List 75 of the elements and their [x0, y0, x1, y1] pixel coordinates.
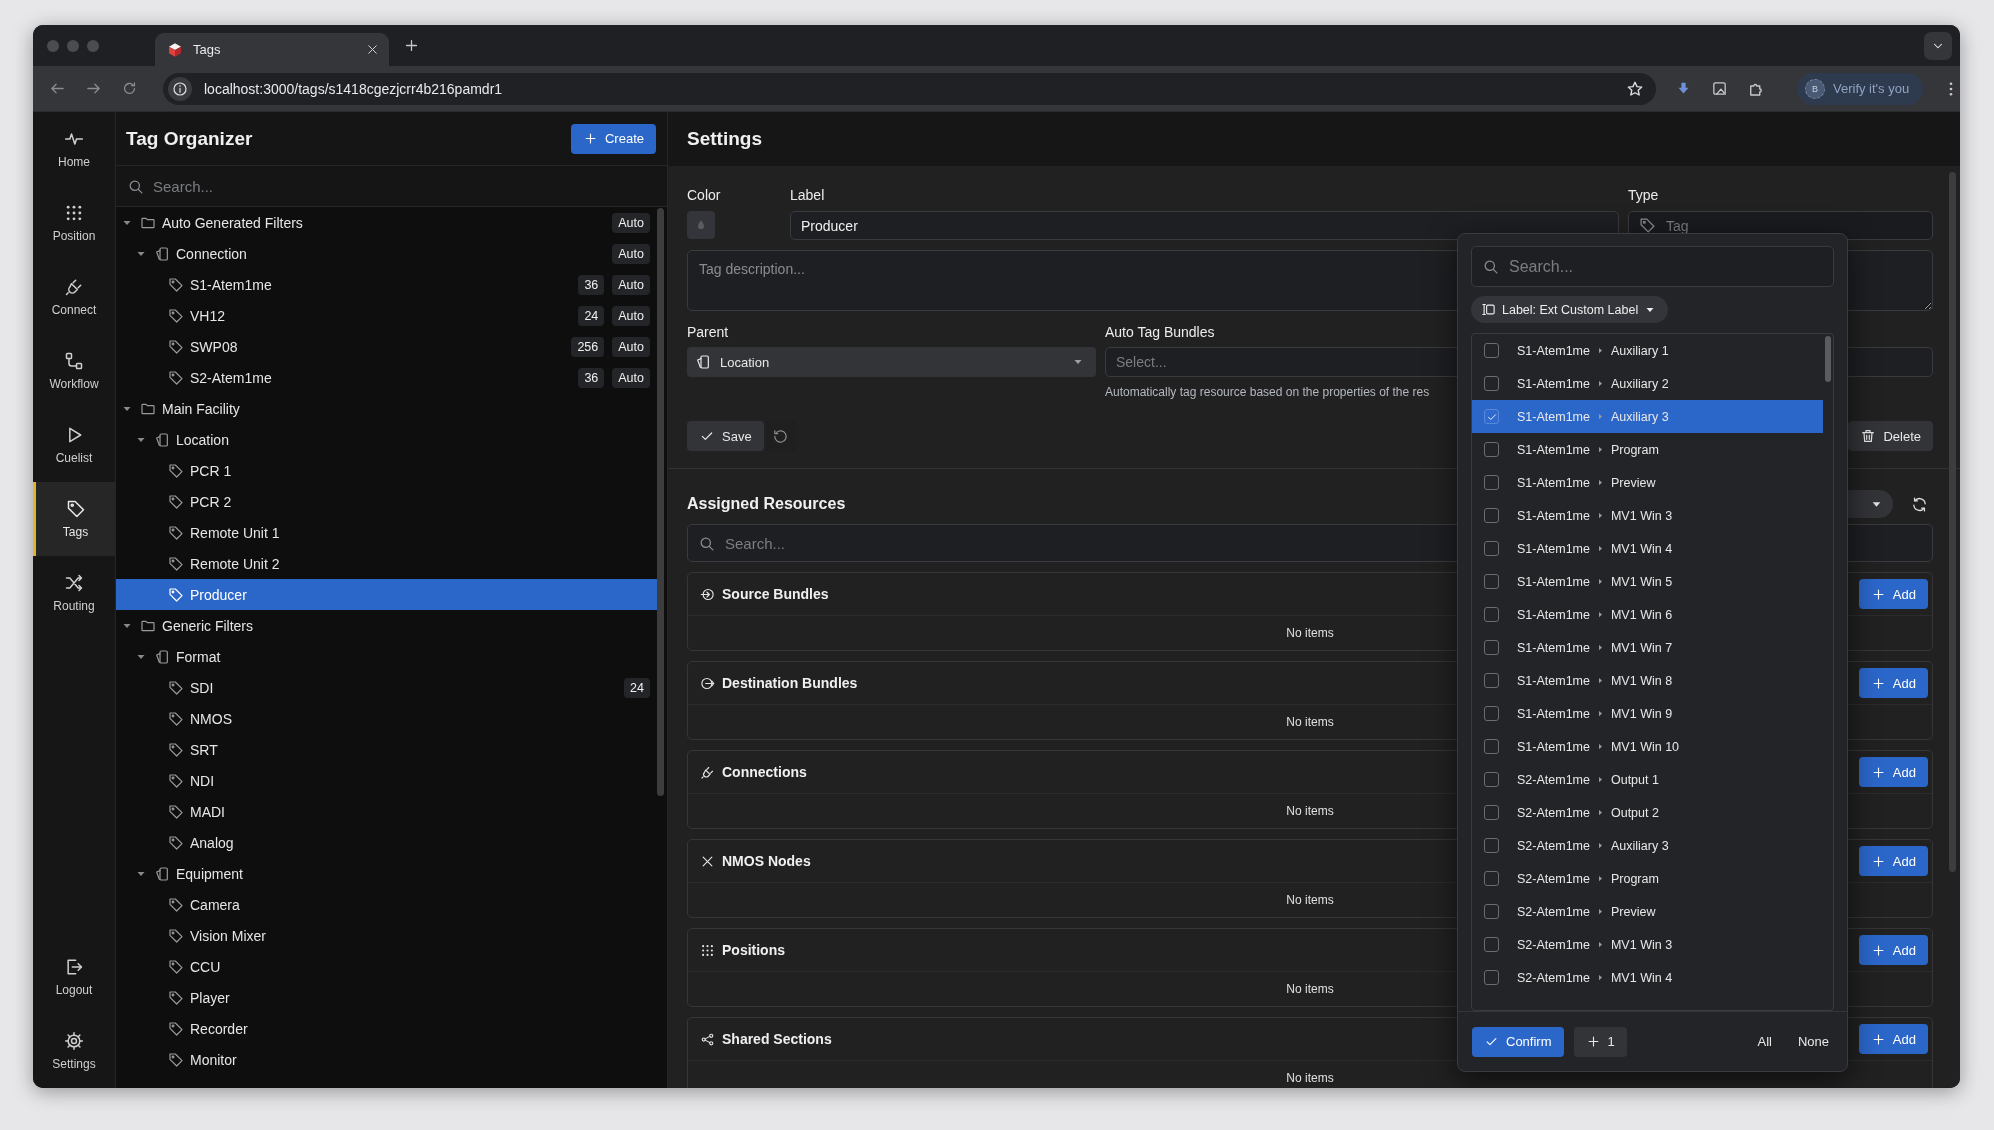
- option-name: MV1 Win 5: [1610, 574, 1673, 589]
- badge: 36: [578, 367, 605, 388]
- option-source: S2-Atem1me: [1517, 805, 1590, 820]
- badge: 24: [578, 305, 605, 326]
- field-label: Type: [1628, 186, 1660, 204]
- option-name: Program: [1610, 442, 1659, 457]
- option-source: S1-Atem1me: [1517, 409, 1590, 424]
- option-source: S1-Atem1me: [1517, 574, 1590, 589]
- panel-title: Tag Organizer: [126, 127, 253, 150]
- badge: Auto: [612, 243, 650, 264]
- section-title: Connections: [722, 764, 807, 780]
- field-label: Color: [687, 186, 722, 204]
- option-source: S2-Atem1me: [1517, 772, 1590, 787]
- help-text: Automatically tag resource based on the properties of the res: [1105, 385, 1430, 399]
- option-source: S1-Atem1me: [1517, 376, 1590, 391]
- empty-text: No items: [1286, 893, 1334, 907]
- option-name: MV1 Win 9: [1610, 706, 1673, 721]
- option-name: MV1 Win 4: [1610, 970, 1673, 985]
- badge: Auto: [612, 305, 650, 326]
- option-name: MV1 Win 8: [1610, 673, 1673, 688]
- field-label: Label: [790, 186, 826, 204]
- section-title: Assigned Resources: [687, 495, 846, 513]
- empty-text: No items: [1286, 715, 1334, 729]
- option-name: MV1 Win 6: [1610, 607, 1673, 622]
- option-source: S1-Atem1me: [1517, 739, 1590, 754]
- empty-text: No items: [1286, 626, 1334, 640]
- option-name: Output 2: [1610, 805, 1659, 820]
- option-name: MV1 Win 3: [1610, 937, 1673, 952]
- option-source: S1-Atem1me: [1517, 541, 1590, 556]
- badge: Auto: [612, 336, 650, 357]
- empty-text: No items: [1286, 804, 1334, 818]
- option-source: S2-Atem1me: [1517, 871, 1590, 886]
- option-name: Auxiliary 3: [1610, 409, 1669, 424]
- option-name: MV1 Win 10: [1610, 739, 1680, 754]
- option-source: S1-Atem1me: [1517, 706, 1590, 721]
- option-source: S1-Atem1me: [1517, 508, 1590, 523]
- option-source: S1-Atem1me: [1517, 343, 1590, 358]
- badge: Auto: [612, 274, 650, 295]
- empty-text: No items: [1286, 982, 1334, 996]
- option-source: S2-Atem1me: [1517, 904, 1590, 919]
- option-name: MV1 Win 4: [1610, 541, 1673, 556]
- option-name: Output 1: [1610, 772, 1659, 787]
- panel-title: Settings: [687, 128, 762, 150]
- option-name: Auxiliary 1: [1610, 343, 1669, 358]
- section-title: Source Bundles: [722, 586, 829, 602]
- badge: Auto: [612, 367, 650, 388]
- option-source: S1-Atem1me: [1517, 673, 1590, 688]
- field-label: Auto Tag Bundles: [1105, 323, 1216, 341]
- option-source: S2-Atem1me: [1517, 838, 1590, 853]
- badge: Auto: [612, 212, 650, 233]
- section-title: Destination Bundles: [722, 675, 858, 691]
- section-title: Positions: [722, 942, 785, 958]
- option-name: Preview: [1610, 904, 1656, 919]
- option-source: S1-Atem1me: [1517, 442, 1590, 457]
- section-title: Shared Sections: [722, 1031, 832, 1047]
- url-text: localhost:3000/tags/s1418cgezjcrr4b216pamdr1: [204, 80, 503, 97]
- badge: 36: [578, 274, 605, 295]
- option-name: MV1 Win 7: [1610, 640, 1673, 655]
- option-source: S2-Atem1me: [1517, 970, 1590, 985]
- section-title: NMOS Nodes: [722, 853, 811, 869]
- option-source: S1-Atem1me: [1517, 640, 1590, 655]
- option-source: S1-Atem1me: [1517, 475, 1590, 490]
- badge: 24: [624, 677, 650, 698]
- option-name: MV1 Win 3: [1610, 508, 1673, 523]
- option-source: S1-Atem1me: [1517, 607, 1590, 622]
- tab-title: Tags: [193, 42, 221, 57]
- option-name: Preview: [1610, 475, 1656, 490]
- option-name: Auxiliary 2: [1610, 376, 1669, 391]
- empty-text: No items: [1286, 1071, 1334, 1085]
- avatar: B: [1805, 78, 1825, 99]
- option-name: Program: [1610, 871, 1659, 886]
- option-source: S2-Atem1me: [1517, 937, 1590, 952]
- field-label: Parent: [687, 323, 730, 341]
- badge: 256: [571, 336, 605, 357]
- option-name: Auxiliary 3: [1610, 838, 1669, 853]
